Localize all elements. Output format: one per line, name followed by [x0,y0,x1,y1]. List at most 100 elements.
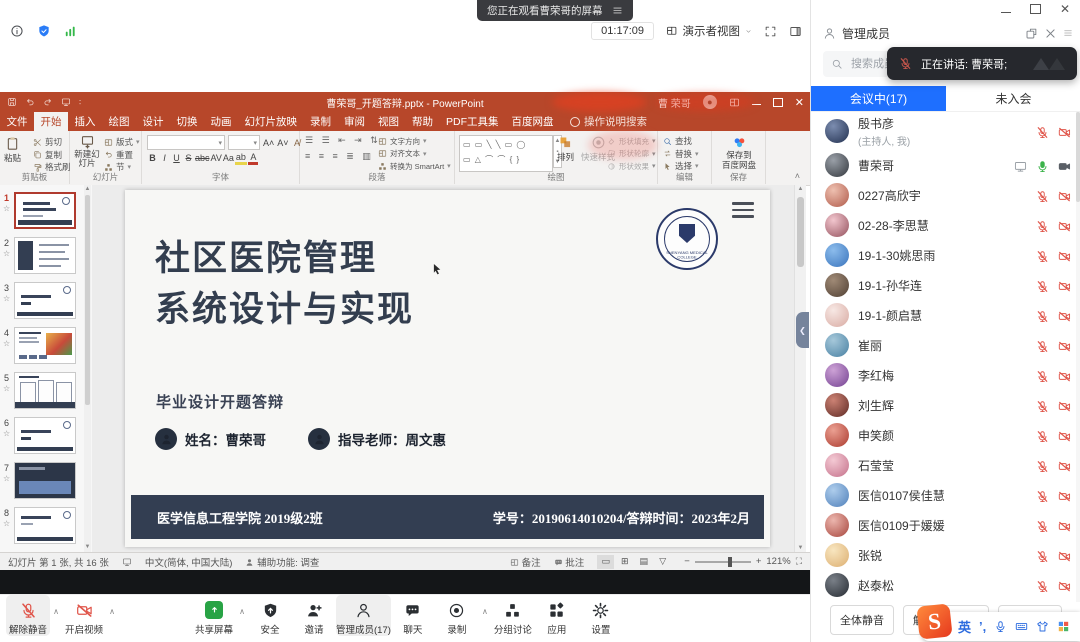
popout-icon[interactable] [1025,27,1038,40]
member-row[interactable]: 崔丽 [811,330,1080,360]
theme-icon[interactable] [122,557,132,567]
ppt-restore-button[interactable] [773,98,783,107]
language-status[interactable]: 中文(简体, 中国大陆) [145,555,233,569]
toolbar-设置[interactable]: 设置 [579,595,623,636]
mic-on-icon[interactable] [1036,157,1049,172]
mic-off-icon[interactable] [1036,577,1049,592]
security-shield-icon[interactable] [37,24,51,38]
font-style-Aa[interactable]: Aa [223,152,234,164]
align-buttons[interactable]: ≡ ≡ ≡ ≣ ▥ [305,151,374,162]
ppt-user-name[interactable]: 曹 荣哥 [658,95,691,110]
side-panel-toggle-icon[interactable] [789,25,802,38]
reading-view-button[interactable]: ▤ [635,555,652,569]
ribbon-tab-1[interactable]: 文件 [0,112,34,131]
ribbon-tab-6[interactable]: 切换 [170,112,204,131]
arrange-button[interactable]: 排列 [557,135,574,163]
shrink-font-button[interactable]: A˅ [277,137,288,149]
monitor-icon[interactable] [1014,157,1027,172]
save-to-baidu-button[interactable]: 保存到百度网盘 [719,135,759,171]
slide-thumbnail[interactable] [14,372,76,409]
cam-off-icon[interactable] [1058,457,1071,472]
toolbar-聊天[interactable]: 聊天 [391,595,435,636]
font-style-S[interactable]: S [183,152,194,164]
ppt-close-button[interactable]: ✕ [795,96,804,109]
replace-button[interactable]: 替换▾ [663,148,699,161]
ribbon-tab-4[interactable]: 绘图 [102,112,136,131]
ribbon-tab-5[interactable]: 设计 [136,112,170,131]
font-style-AV[interactable]: AV [211,152,222,164]
mic-off-icon[interactable] [1036,517,1049,532]
member-row[interactable]: 赵泰松 [811,570,1080,600]
slide-thumbnail[interactable] [14,282,76,319]
mic-off-icon[interactable] [1036,307,1049,322]
ribbon-tab-8[interactable]: 幻灯片放映 [238,112,304,131]
banner-menu-icon[interactable] [612,5,623,16]
slide-thumbnail[interactable] [14,462,76,499]
align-text-button[interactable]: 对齐文本▾ [378,148,451,161]
tab-not-joined[interactable]: 未入会 [946,86,1080,111]
mic-off-icon[interactable] [1036,547,1049,562]
mic-off-icon[interactable] [1036,487,1049,502]
shape-outline-button[interactable]: 形状轮廓▾ [607,148,656,161]
close-button[interactable]: ✕ [1060,4,1070,14]
cam-off-icon[interactable] [1058,217,1071,232]
font-style-abc[interactable]: abc [195,152,210,164]
mic-off-icon[interactable] [1036,187,1049,202]
font-style-U[interactable]: U [171,152,182,164]
minimize-button[interactable] [1001,12,1011,13]
cam-off-icon[interactable] [1058,367,1071,382]
grow-font-button[interactable]: A˄ [263,137,274,149]
toolbar-开启视频[interactable]: 开启视频 [62,595,106,636]
cam-off-icon[interactable] [1058,123,1071,138]
ribbon-search-box[interactable]: 操作说明搜索 [570,112,647,131]
fullscreen-icon[interactable] [764,25,777,38]
member-row[interactable]: 石莹莹 [811,450,1080,480]
toolbar-管理成员[interactable]: 管理成员(17) [336,595,391,636]
font-size-select[interactable]: ▾ [228,135,260,150]
mic-off-icon[interactable] [1036,123,1049,138]
ribbon-tab-10[interactable]: 审阅 [338,112,372,131]
cam-off-icon[interactable] [1058,247,1071,262]
toolbar-共享屏幕[interactable]: 共享屏幕 [192,595,236,636]
slide-thumbnail[interactable] [14,327,76,364]
panel-menu-icon[interactable] [1063,28,1073,38]
cam-dark-icon[interactable] [1058,157,1071,172]
toolbar-录制[interactable]: 录制 [435,595,479,636]
shapes-gallery[interactable]: ▭ ▭ ╲ ╲ ▭ ◯▭ △ ⌒ ⌒ { } ▲▪▼ [459,135,562,172]
zoom-level[interactable]: 121% [766,556,790,567]
maximize-button[interactable] [1030,4,1041,14]
thumbnail-scrollbar[interactable]: ▲▼ [84,185,91,552]
member-row[interactable]: 申笑颜 [811,420,1080,450]
mic-off-icon[interactable] [1036,247,1049,262]
tab-in-meeting[interactable]: 会议中(17) [811,86,946,111]
ribbon-tab-9[interactable]: 录制 [304,112,338,131]
cam-off-icon[interactable] [1058,517,1071,532]
slide-thumbnail[interactable] [14,237,76,274]
mic-off-icon[interactable] [1036,457,1049,472]
font-style-B[interactable]: B [147,152,158,164]
toolbar-分组讨论[interactable]: 分组讨论 [491,595,535,636]
mic-off-icon[interactable] [1036,337,1049,352]
highlight-color-button[interactable]: ab [235,152,247,164]
zoom-in-button[interactable]: + [756,556,762,567]
cam-off-icon[interactable] [1058,577,1071,592]
member-row[interactable]: 医信0107侯佳慧 [811,480,1080,510]
slide-scrollbar[interactable]: ▲▼ [794,185,806,552]
comments-button[interactable]: 批注 [554,555,585,569]
cam-off-icon[interactable] [1058,337,1071,352]
ppt-user-avatar[interactable]: ● [703,95,717,109]
cam-off-icon[interactable] [1058,277,1071,292]
ime-toolbox-icon[interactable] [1057,620,1070,633]
member-row[interactable]: 曹荣哥 [811,150,1080,180]
member-list-scrollbar[interactable] [1076,112,1080,602]
new-slide-button[interactable]: 新建幻灯片 [72,134,102,169]
chevron-up-icon[interactable]: ∧ [479,595,491,616]
find-button[interactable]: 查找 [663,135,699,148]
reset-button[interactable]: 重置 [104,149,140,162]
chevron-up-icon[interactable]: ∧ [50,595,62,616]
toolbar-邀请[interactable]: 邀请 [292,595,336,636]
panel-footer-button-1[interactable]: 全体静音 [830,605,894,635]
ribbon-tab-2[interactable]: 开始 [34,112,68,131]
font-style-I[interactable]: I [159,152,170,164]
toolbar-解除静音[interactable]: 解除静音 [6,595,50,636]
